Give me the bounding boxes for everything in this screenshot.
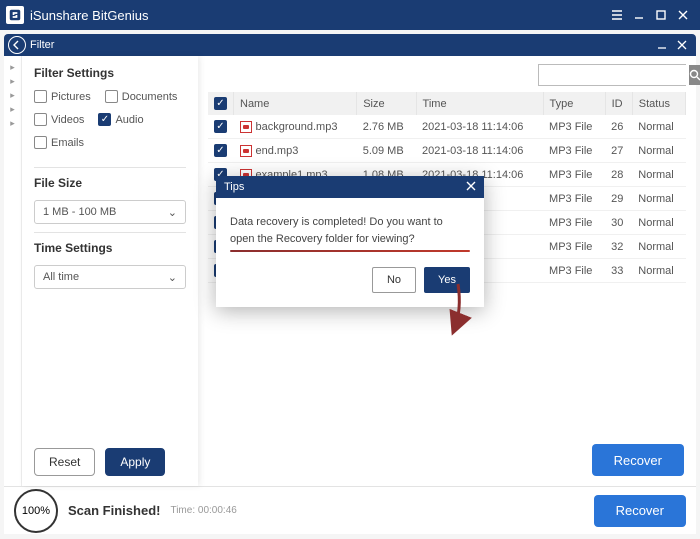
file-type: MP3 File (543, 187, 605, 211)
dialog-no-button[interactable]: No (372, 267, 416, 293)
app-logo (6, 6, 24, 24)
file-status: Normal (632, 187, 685, 211)
col-id[interactable]: ID (605, 92, 632, 115)
file-id: 33 (605, 259, 632, 283)
scan-status: Scan Finished! (68, 503, 160, 518)
minimize-icon[interactable] (628, 4, 650, 26)
file-icon (240, 145, 252, 157)
file-name: background.mp3 (256, 121, 338, 133)
file-id: 32 (605, 235, 632, 259)
progress-circle: 100% (14, 489, 58, 533)
search-icon[interactable] (689, 65, 700, 85)
filter-label: Filter (30, 39, 54, 51)
checkbox-audio[interactable]: Audio (98, 113, 143, 126)
titlebar: iSunshare BitGenius (0, 0, 700, 30)
file-status: Normal (632, 115, 685, 139)
tree-collapse-bar[interactable]: ▸▸▸▸▸ (4, 56, 22, 486)
annotation-underline (230, 250, 470, 252)
file-id: 30 (605, 211, 632, 235)
file-type: MP3 File (543, 115, 605, 139)
file-name: end.mp3 (256, 145, 299, 157)
file-status: Normal (632, 235, 685, 259)
file-id: 28 (605, 163, 632, 187)
search-input[interactable] (539, 65, 689, 85)
reset-button[interactable]: Reset (34, 448, 95, 476)
tips-dialog: Tips Data recovery is completed! Do you … (216, 176, 484, 307)
col-type[interactable]: Type (543, 92, 605, 115)
file-type: MP3 File (543, 211, 605, 235)
footer: 100% Scan Finished! Time: 00:00:46 Recov… (4, 486, 696, 534)
filesize-select[interactable]: 1 MB - 100 MB ⌄ (34, 200, 186, 224)
file-size: 2.76 MB (357, 115, 416, 139)
back-icon[interactable] (8, 36, 26, 54)
row-checkbox[interactable] (214, 120, 227, 133)
maximize-icon[interactable] (650, 4, 672, 26)
apply-button[interactable]: Apply (105, 448, 165, 476)
file-id: 27 (605, 139, 632, 163)
table-row[interactable]: background.mp3 2.76 MB2021-03-18 11:14:06… (208, 115, 686, 139)
file-time: 2021-03-18 11:14:06 (416, 139, 543, 163)
app-title: iSunshare BitGenius (30, 8, 149, 23)
dialog-close-icon[interactable] (466, 181, 476, 194)
table-row[interactable]: end.mp3 5.09 MB2021-03-18 11:14:06MP3 Fil… (208, 139, 686, 163)
col-name[interactable]: Name (234, 92, 357, 115)
file-status: Normal (632, 211, 685, 235)
time-settings-title: Time Settings (34, 241, 186, 255)
filter-bar: Filter (4, 34, 696, 56)
file-type: MP3 File (543, 235, 605, 259)
col-time[interactable]: Time (416, 92, 543, 115)
checkbox-videos[interactable]: Videos (34, 113, 84, 126)
checkbox-documents[interactable]: Documents (105, 90, 178, 103)
file-time: 2021-03-18 11:14:06 (416, 115, 543, 139)
row-checkbox[interactable] (214, 144, 227, 157)
file-status: Normal (632, 259, 685, 283)
file-type: MP3 File (543, 139, 605, 163)
footer-recover-button[interactable]: Recover (594, 495, 686, 527)
dialog-message: Data recovery is completed! Do you want … (230, 214, 470, 247)
file-type: MP3 File (543, 259, 605, 283)
chevron-down-icon: ⌄ (168, 206, 177, 219)
menu-icon[interactable] (606, 4, 628, 26)
dialog-yes-button[interactable]: Yes (424, 267, 470, 293)
dialog-title: Tips (224, 181, 244, 193)
search-box (538, 64, 686, 86)
filter-minimize-icon[interactable] (652, 35, 672, 55)
file-id: 29 (605, 187, 632, 211)
checkbox-pictures[interactable]: Pictures (34, 90, 91, 103)
chevron-down-icon: ⌄ (168, 271, 177, 284)
filesize-title: File Size (34, 176, 186, 190)
file-status: Normal (632, 163, 685, 187)
filter-settings-title: Filter Settings (34, 66, 186, 80)
col-status[interactable]: Status (632, 92, 685, 115)
file-icon (240, 121, 252, 133)
close-icon[interactable] (672, 4, 694, 26)
checkbox-emails[interactable]: Emails (34, 136, 84, 149)
sidebar: Filter Settings Pictures Documents Video… (22, 56, 198, 486)
file-size: 5.09 MB (357, 139, 416, 163)
recover-button[interactable]: Recover (592, 444, 684, 476)
file-status: Normal (632, 139, 685, 163)
file-type: MP3 File (543, 163, 605, 187)
time-label: Time: 00:00:46 (170, 505, 236, 516)
time-select[interactable]: All time ⌄ (34, 265, 186, 289)
file-id: 26 (605, 115, 632, 139)
col-size[interactable]: Size (357, 92, 416, 115)
checkbox-all[interactable] (214, 97, 227, 110)
filter-close-icon[interactable] (672, 35, 692, 55)
